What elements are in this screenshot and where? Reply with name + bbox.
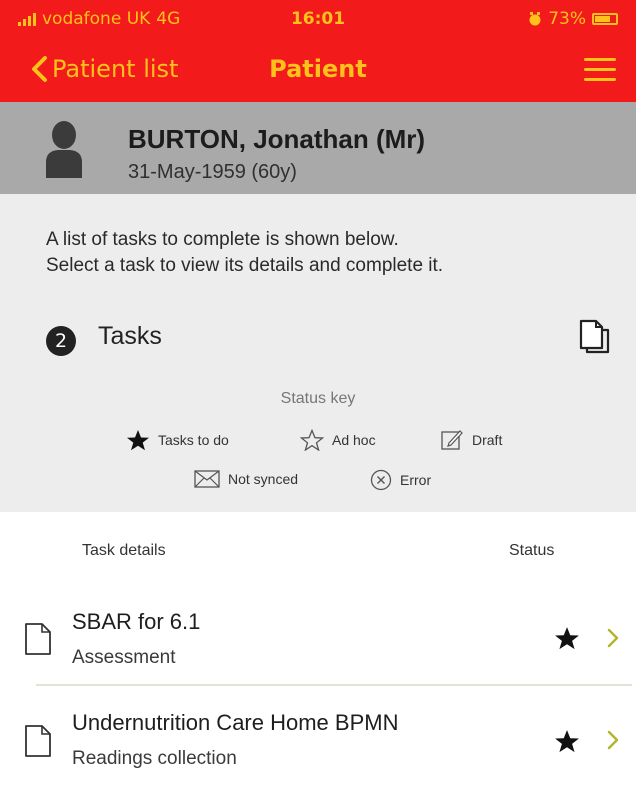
key-draft: Draft (440, 429, 502, 451)
chevron-right-icon (607, 730, 619, 750)
status-key-title: Status key (280, 390, 356, 407)
key-draft-label: Draft (472, 432, 503, 448)
column-header-task-details: Task details (82, 542, 166, 559)
key-tasks-to-do-label: Tasks to do (158, 432, 229, 448)
task-title: SBAR for 6.1 (72, 609, 201, 634)
tasks-count-badge: 2 (46, 326, 76, 356)
key-tasks-to-do: Tasks to do (126, 429, 229, 451)
document-icon (25, 623, 51, 655)
battery-icon (592, 13, 618, 25)
key-ad-hoc-label: Ad hoc (332, 432, 376, 448)
task-type: Readings collection (72, 748, 237, 769)
battery-percent: 73% (548, 9, 586, 29)
instructions-text: A list of tasks to complete is shown bel… (46, 227, 443, 279)
star-outline-icon (300, 429, 324, 451)
nav-bar: Patient list Patient (0, 40, 636, 102)
back-button[interactable]: Patient list (30, 55, 178, 83)
instructions-line-2: Select a task to view its details and co… (46, 255, 444, 276)
hamburger-icon (584, 58, 616, 61)
envelope-icon (194, 470, 220, 488)
key-not-synced-label: Not synced (228, 471, 299, 487)
patient-dob: 31-May-1959 (60y) (128, 161, 297, 183)
menu-button[interactable] (582, 55, 618, 85)
column-header-status: Status (509, 542, 555, 559)
key-ad-hoc: Ad hoc (300, 429, 376, 451)
task-list-header: Task details Status (0, 512, 636, 592)
copy-documents-icon[interactable] (578, 318, 612, 354)
task-type: Assessment (72, 647, 176, 668)
status-bar: vodafone UK 4G 16:01 73% (0, 0, 636, 40)
chevron-left-icon (32, 56, 47, 82)
error-icon (370, 469, 392, 491)
battery-info: 73% (528, 9, 618, 29)
star-filled-icon (555, 730, 579, 753)
info-section: A list of tasks to complete is shown bel… (0, 194, 636, 512)
star-filled-icon (555, 627, 579, 650)
alarm-icon (529, 12, 541, 26)
key-error: Error (370, 469, 431, 491)
patient-banner: BURTON, Jonathan (Mr) 31-May-1959 (60y) (0, 102, 636, 194)
key-not-synced: Not synced (194, 470, 298, 488)
patient-name: BURTON, Jonathan (Mr) (128, 124, 426, 154)
chevron-right-icon (607, 628, 619, 648)
draft-icon (441, 430, 463, 450)
back-button-label: Patient list (52, 55, 179, 83)
task-title: Undernutrition Care Home BPMN (72, 710, 399, 735)
document-icon (25, 725, 51, 757)
tasks-heading: Tasks (98, 322, 162, 350)
page-title: Patient (269, 55, 367, 83)
task-row[interactable]: Undernutrition Care Home BPMN Readings c… (0, 686, 636, 792)
person-icon (46, 121, 82, 178)
instructions-line-1: A list of tasks to complete is shown bel… (46, 229, 399, 250)
key-error-label: Error (400, 472, 432, 488)
star-filled-icon (127, 430, 149, 451)
